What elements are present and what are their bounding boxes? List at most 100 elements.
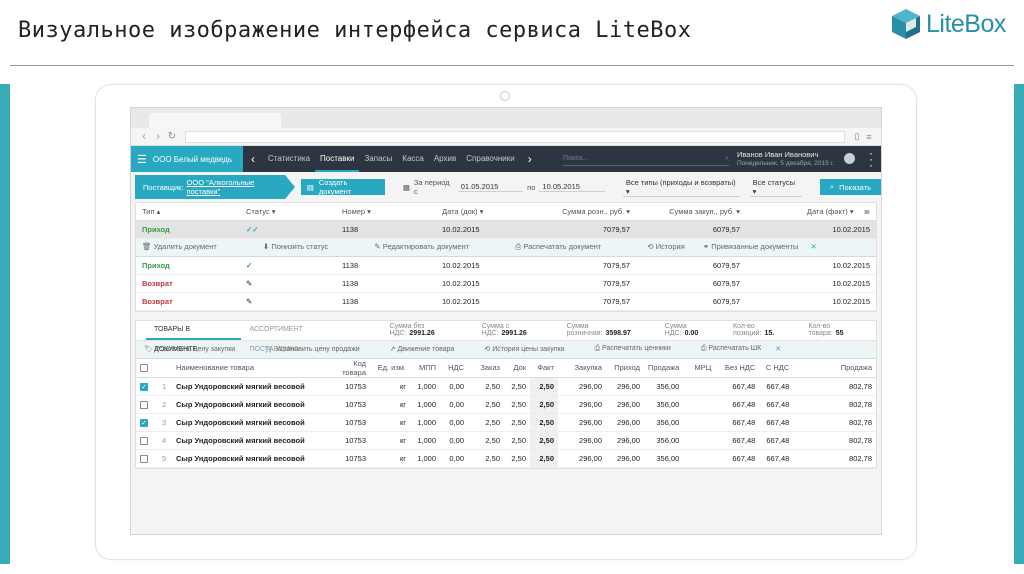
search-icon[interactable]: ⌕ xyxy=(725,155,729,163)
address-input[interactable] xyxy=(185,130,845,143)
history-button[interactable]: ⟲ История xyxy=(647,242,684,251)
goods-toolbar: 🏷 Установить цену закупки 🛒 Установить ц… xyxy=(136,340,876,359)
date-to-input[interactable]: 10.05.2015 xyxy=(539,182,605,192)
col-doc-date[interactable]: Дата (док) ▾ xyxy=(436,203,536,221)
edit-document-button[interactable]: ✎ Редактировать документ xyxy=(374,242,469,251)
set-sale-price-button[interactable]: 🛒 Установить цену продажи xyxy=(265,345,359,353)
forward-icon[interactable]: › xyxy=(151,131,165,142)
tab-stock[interactable]: Запасы xyxy=(359,146,397,172)
history-icon: ⟲ xyxy=(484,346,491,353)
col-income[interactable]: Приход xyxy=(606,358,644,378)
print-document-button[interactable]: ⎙ Распечатать документ xyxy=(515,242,601,252)
col-status[interactable]: Статус ▾ xyxy=(240,203,336,221)
reload-icon[interactable]: ↻ xyxy=(165,131,179,142)
col-with-vat[interactable]: С НДС xyxy=(759,358,794,378)
set-purchase-price-button[interactable]: 🏷 Установить цену закупки xyxy=(144,345,235,353)
row-checkbox[interactable] xyxy=(136,449,158,468)
tab-archive[interactable]: Архив xyxy=(429,146,461,172)
table-row[interactable]: ✓ 1 Сыр Ундоровский мягкий весовой 10753 кг 1… xyxy=(136,377,876,396)
close-icon[interactable]: ✕ xyxy=(775,345,781,353)
date-from-input[interactable]: 01.05.2015 xyxy=(457,182,524,192)
col-purchase-sum[interactable]: Сумма закуп., руб. ▾ xyxy=(636,203,746,221)
cell-order: 2,50 xyxy=(468,377,504,396)
col-sale[interactable]: Продажа xyxy=(644,358,684,378)
goods-movement-button[interactable]: ↗ Движение товара xyxy=(390,345,455,353)
col-unit[interactable]: Ед. изм. xyxy=(370,358,410,378)
print-barcodes-button[interactable]: ⎙ Распечатать ШК xyxy=(701,345,761,353)
cell-code: 10753 xyxy=(324,377,370,396)
org-selector[interactable]: ☰ ООО Белый медведь xyxy=(131,146,243,172)
table-row[interactable]: Приход ✓ 1138 10.02.2015 7079,57 6079,57… xyxy=(136,256,876,275)
tab-directories[interactable]: Справочники xyxy=(461,146,519,172)
col-sale-total[interactable]: Продажа xyxy=(793,358,876,378)
close-icon[interactable]: ✕ xyxy=(811,242,817,251)
tab-cash[interactable]: Касса xyxy=(397,146,429,172)
status-select[interactable]: Все статусы ▾ xyxy=(749,178,802,197)
double-check-icon: ✓✓ xyxy=(240,220,336,239)
col-order[interactable]: Заказ xyxy=(468,358,504,378)
supplier-chip[interactable]: Поставщик: ООО "Алкогольные поставки" xyxy=(135,175,295,199)
col-fact-date[interactable]: Дата (факт) ▾ ≣ xyxy=(746,203,876,221)
create-document-button[interactable]: ▤ Создать документ xyxy=(300,178,385,196)
tab-supplier-assortment[interactable]: АССОРТИМЕНТ ПОСТАВЩИКА xyxy=(241,320,359,353)
col-doc[interactable]: Док xyxy=(504,358,530,378)
cell-income: 296,00 xyxy=(606,377,644,396)
chevron-left-icon[interactable]: ‹ xyxy=(243,152,263,166)
linked-documents-button[interactable]: ⚭ Привязанные документы xyxy=(703,242,799,251)
table-row[interactable]: 2 Сыр Ундоровский мягкий весовой 10753 кг 1,… xyxy=(136,395,876,414)
col-mrc[interactable]: МРЦ xyxy=(683,358,716,378)
calendar-icon[interactable]: ▦ xyxy=(403,183,410,192)
show-button[interactable]: ⌕ Показать xyxy=(819,179,881,195)
more-vertical-icon[interactable]: · · · xyxy=(869,147,873,171)
back-icon[interactable]: ‹ xyxy=(137,131,151,142)
row-checkbox[interactable]: ✓ xyxy=(136,413,158,432)
browser-tab[interactable] xyxy=(149,113,281,128)
col-code[interactable]: Код товара xyxy=(324,358,370,378)
goods-count: Кол-во товара: 55 xyxy=(808,323,844,337)
pencil-icon: ✎ xyxy=(374,242,381,251)
col-fact[interactable]: Факт xyxy=(530,358,558,378)
app-header: ☰ ООО Белый медведь ‹ Статистика Поставк… xyxy=(131,146,881,172)
cell-fact: 2,50 xyxy=(530,431,558,450)
cell-novat: 667,48 xyxy=(715,449,760,468)
user-info[interactable]: Иванов Иван Иванович Понедельник, 5 дека… xyxy=(737,150,834,168)
cell-unit: кг xyxy=(370,449,410,468)
cell-mpp: 1,000 xyxy=(410,395,440,414)
cube-logo-icon xyxy=(892,9,920,39)
delete-document-button[interactable]: 🗑 Удалить документ xyxy=(142,242,217,251)
table-row[interactable]: Приход ✓✓ 1138 10.02.2015 7079,57 6079,5… xyxy=(136,220,876,239)
hamburger-icon[interactable]: ☰ xyxy=(137,153,147,166)
lower-status-button[interactable]: ⬇ Понизить статус xyxy=(263,242,328,251)
type-select[interactable]: Все типы (приходы и возвраты) ▾ xyxy=(622,178,740,197)
menu-icon[interactable]: ≡ xyxy=(863,132,875,142)
table-row[interactable]: Возврат ✎ 1138 10.02.2015 7079,57 6079,5… xyxy=(136,274,876,293)
col-number[interactable]: Номер ▾ xyxy=(336,203,436,221)
tab-goods-in-document[interactable]: ТОВАРЫ В ДОКУМЕНТЕ xyxy=(146,320,242,353)
col-name[interactable]: Наименование товара xyxy=(172,358,324,378)
table-row[interactable]: 4 Сыр Ундоровский мягкий весовой 10753 кг 1,… xyxy=(136,431,876,450)
purchase-price-history-button[interactable]: ⟲ История цены закупки xyxy=(484,345,564,353)
col-mpp[interactable]: МПП xyxy=(410,358,440,378)
col-retail-sum[interactable]: Сумма розн., руб. ▾ xyxy=(536,203,636,221)
row-checkbox[interactable] xyxy=(136,431,158,450)
tab-statistics[interactable]: Статистика xyxy=(263,146,315,172)
chevron-right-icon[interactable]: › xyxy=(520,152,540,166)
table-row[interactable]: 5 Сыр Ундоровский мягкий весовой 10753 кг 1,… xyxy=(136,449,876,468)
select-all-checkbox[interactable] xyxy=(136,358,158,378)
col-no-vat[interactable]: Без НДС xyxy=(715,358,760,378)
print-price-tags-button[interactable]: ⎙ Распечатать ценники xyxy=(594,345,670,353)
search-input[interactable]: Поиск... ⌕ xyxy=(563,152,729,166)
bookmark-icon[interactable]: ▯ xyxy=(851,131,863,142)
columns-icon: ≣ xyxy=(863,206,870,216)
supplier-link[interactable]: ООО "Алкогольные поставки" xyxy=(187,178,285,196)
table-row[interactable]: ✓ 3 Сыр Ундоровский мягкий весовой 10753 кг 1… xyxy=(136,413,876,432)
row-checkbox[interactable]: ✓ xyxy=(136,377,158,396)
user-avatar-icon[interactable] xyxy=(844,153,855,164)
tab-deliveries[interactable]: Поставки xyxy=(315,146,360,172)
table-row[interactable]: Возврат ✎ 1138 10.02.2015 7079,57 6079,5… xyxy=(136,292,876,311)
cell-order: 2,50 xyxy=(468,449,504,468)
row-checkbox[interactable] xyxy=(136,395,158,414)
col-nds[interactable]: НДС xyxy=(440,358,468,378)
col-type[interactable]: Тип ▴ xyxy=(136,203,240,221)
col-buy[interactable]: Закупка xyxy=(558,358,606,378)
